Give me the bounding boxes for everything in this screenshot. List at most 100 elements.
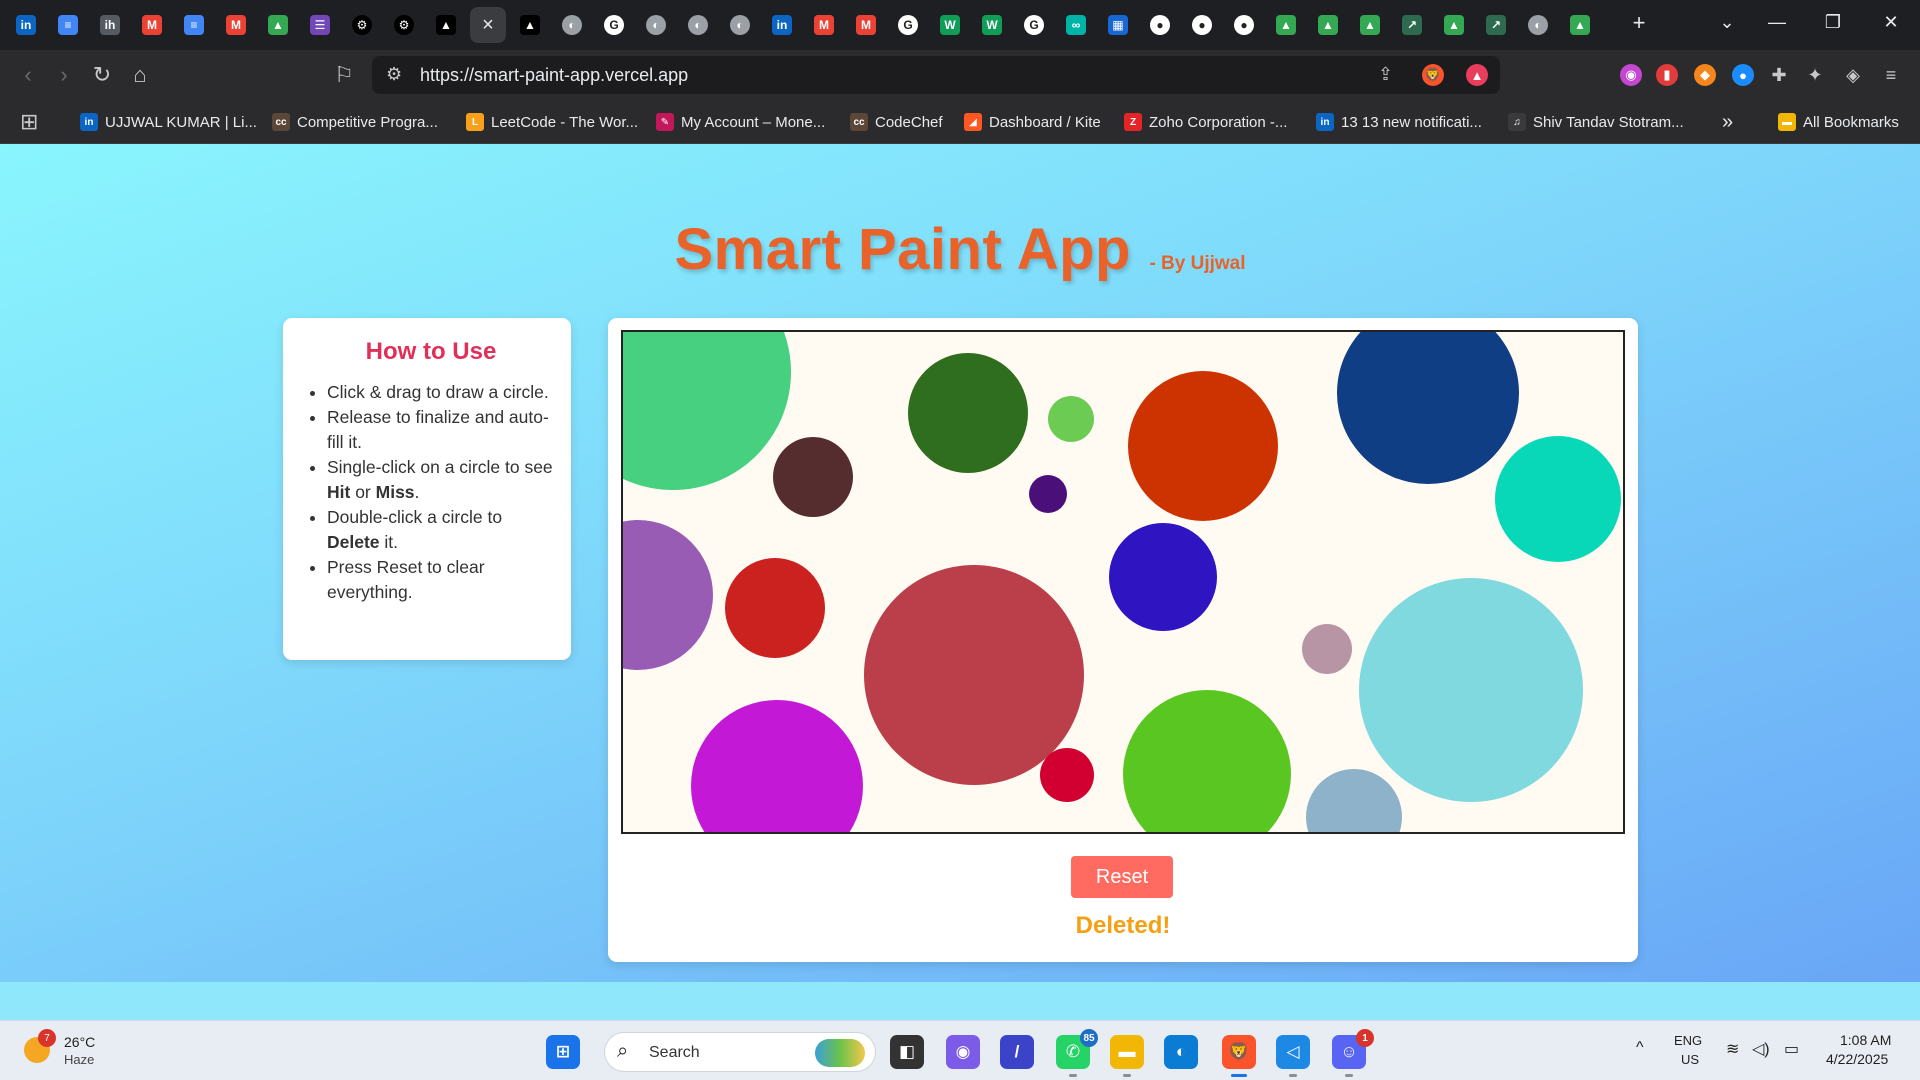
bookmark-item[interactable]: in 13 13 new notificati... — [1316, 110, 1482, 134]
new-tab-button[interactable]: + — [1624, 10, 1654, 36]
bookmark-item[interactable]: in UJJWAL KUMAR | Li... — [80, 110, 257, 134]
browser-tab[interactable]: ◐ — [1520, 7, 1556, 43]
browser-tab[interactable]: ▲ — [260, 7, 296, 43]
browser-tab[interactable]: ⚙ — [344, 7, 380, 43]
browser-tab[interactable]: ◐ — [722, 7, 758, 43]
weather-widget[interactable]: 7 26°C Haze — [20, 1029, 110, 1071]
audio-icon[interactable]: ▮ — [1656, 64, 1678, 86]
metamask-icon[interactable]: ◆ — [1694, 64, 1716, 86]
drawn-circle[interactable] — [864, 565, 1084, 785]
browser-tab[interactable]: ▲ — [1352, 7, 1388, 43]
drawn-circle[interactable] — [623, 520, 713, 670]
vscode-icon[interactable]: ◁ — [1276, 1035, 1310, 1077]
drawn-circle[interactable] — [1337, 332, 1519, 484]
drawn-circle[interactable] — [1123, 690, 1291, 832]
editor-icon[interactable]: / — [1000, 1035, 1034, 1069]
battery-icon[interactable]: ▭ — [1784, 1039, 1799, 1059]
drawn-circle[interactable] — [1040, 748, 1094, 802]
browser-tab[interactable]: M — [134, 7, 170, 43]
browser-tab[interactable]: in — [8, 7, 44, 43]
clock-time[interactable]: 1:08 AM — [1840, 1032, 1891, 1048]
site-info-icon[interactable]: ⚙ — [386, 64, 402, 85]
drawn-circle[interactable] — [908, 353, 1028, 473]
drawn-circle[interactable] — [623, 332, 791, 490]
restore-button[interactable]: ❐ — [1818, 12, 1848, 33]
reload-button[interactable]: ↻ — [88, 62, 116, 88]
brave-rewards-icon[interactable]: ▲ — [1466, 64, 1488, 86]
wifi-icon[interactable]: ≋ — [1726, 1039, 1739, 1059]
whatsapp-icon[interactable]: ✆ 85 — [1056, 1029, 1098, 1077]
browser-tab[interactable]: ↗ — [1394, 7, 1430, 43]
browser-tab[interactable]: ▲ — [1310, 7, 1346, 43]
window-close-button[interactable]: ✕ — [1876, 12, 1906, 33]
browser-tab[interactable]: M — [218, 7, 254, 43]
drawn-circle[interactable] — [1029, 475, 1067, 513]
browser-tab[interactable]: ● — [1184, 7, 1220, 43]
minimize-button[interactable]: — — [1762, 12, 1792, 33]
browser-tab[interactable]: ▲ — [1562, 7, 1598, 43]
browser-tab[interactable]: W — [932, 7, 968, 43]
file-explorer-icon[interactable]: ▬ — [1110, 1035, 1144, 1077]
discord-icon[interactable]: ☺ 1 — [1332, 1029, 1374, 1077]
copilot-icon[interactable]: ◉ — [946, 1035, 980, 1069]
all-bookmarks-button[interactable]: ▬ All Bookmarks — [1778, 110, 1899, 134]
drawn-circle[interactable] — [1128, 371, 1278, 521]
browser-tab[interactable]: M — [848, 7, 884, 43]
tab-active[interactable]: × — [470, 7, 506, 43]
drawn-circle[interactable] — [1302, 624, 1352, 674]
brave-icon[interactable]: 🦁 — [1222, 1035, 1256, 1077]
drawn-circle[interactable] — [1048, 396, 1094, 442]
bookmark-item[interactable]: ✎ My Account – Mone... — [656, 110, 825, 134]
browser-tab[interactable]: ≡ — [50, 7, 86, 43]
apps-grid-icon[interactable]: ⊞ — [20, 109, 38, 134]
drawing-canvas[interactable] — [621, 330, 1625, 834]
share-icon[interactable]: ⇪ — [1378, 64, 1393, 85]
bookmark-item[interactable]: Z Zoho Corporation -... — [1124, 110, 1287, 134]
browser-tab[interactable]: W — [974, 7, 1010, 43]
leo-icon[interactable]: ✦ — [1804, 64, 1826, 86]
browser-tab[interactable]: ⚙ — [386, 7, 422, 43]
back-button[interactable]: ‹ — [14, 62, 42, 88]
browser-tab[interactable]: ◐ — [554, 7, 590, 43]
browser-tab[interactable]: ↗ — [1478, 7, 1514, 43]
bookmark-item[interactable]: ♫ Shiv Tandav Stotram... — [1508, 110, 1684, 134]
drawn-circle[interactable] — [691, 700, 863, 832]
browser-tab[interactable]: ▲ — [512, 7, 548, 43]
forward-button[interactable]: › — [50, 62, 78, 88]
browser-tab[interactable]: ◐ — [638, 7, 674, 43]
tray-chevron-icon[interactable]: ^ — [1636, 1039, 1644, 1057]
bookmark-item[interactable]: cc Competitive Progra... — [272, 110, 438, 134]
drawn-circle[interactable] — [725, 558, 825, 658]
more-bookmarks-button[interactable]: » — [1722, 110, 1733, 134]
browser-tab[interactable]: in — [764, 7, 800, 43]
windows-start-icon[interactable]: ⊞ — [546, 1035, 580, 1069]
browser-tab[interactable]: ▲ — [1268, 7, 1304, 43]
clock-date[interactable]: 4/22/2025 — [1826, 1051, 1888, 1067]
browser-tab[interactable]: ◐ — [680, 7, 716, 43]
address-bar[interactable]: ⚙ https://smart-paint-app.vercel.app ⇪ — [372, 56, 1500, 94]
volume-icon[interactable]: ◁) — [1752, 1039, 1770, 1059]
browser-tab[interactable]: ≡ — [176, 7, 212, 43]
tab-search-button[interactable]: ⌄ — [1712, 12, 1742, 33]
browser-tab[interactable]: G — [890, 7, 926, 43]
browser-tab[interactable]: ▲ — [1436, 7, 1472, 43]
browser-tab[interactable]: ☰ — [302, 7, 338, 43]
drawn-circle[interactable] — [1495, 436, 1621, 562]
browser-tab[interactable]: ∞ — [1058, 7, 1094, 43]
menu-icon[interactable]: ≡ — [1880, 64, 1902, 86]
extension-icon[interactable]: ◉ — [1620, 64, 1642, 86]
url-text[interactable]: https://smart-paint-app.vercel.app — [420, 65, 688, 86]
browser-tab[interactable]: ▲ — [428, 7, 464, 43]
drawn-circle[interactable] — [1109, 523, 1217, 631]
browser-tab[interactable]: ● — [1142, 7, 1178, 43]
reset-button[interactable]: Reset — [1071, 856, 1173, 898]
language-indicator[interactable]: ENG — [1674, 1033, 1702, 1048]
bookmark-item[interactable]: cc CodeChef — [850, 110, 943, 134]
home-button[interactable]: ⌂ — [126, 62, 154, 88]
drawn-circle[interactable] — [1359, 578, 1583, 802]
circles-layer[interactable] — [623, 332, 1623, 832]
browser-tab[interactable]: ih — [92, 7, 128, 43]
vpn-icon[interactable]: ◈ — [1842, 64, 1864, 86]
browser-tab[interactable]: ▦ — [1100, 7, 1136, 43]
browser-tab[interactable]: ● — [1226, 7, 1262, 43]
